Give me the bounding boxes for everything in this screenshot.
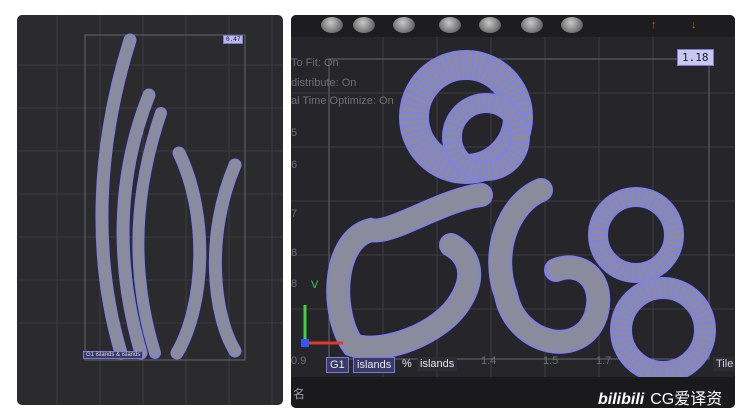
watermark-text: CG爱译资 [650,391,723,408]
uv-islands-left[interactable] [95,33,242,360]
tab-group[interactable]: G1 [326,357,349,373]
zoom-level-badge: 1.18 [677,49,714,66]
x-tick: 1.4 [481,355,497,367]
uv-islands-right[interactable] [326,50,716,383]
y-tick: 6 [291,159,298,171]
watermark: bilibili CG爱译资 [598,385,722,409]
island-status-label: G1 islands & islands [83,351,144,359]
uv-viewport-right[interactable]: ↑ ↓ To Fit: On distribute: On al Time Op… [291,15,735,408]
uv-island-ring-right-top [588,187,684,283]
y-tick: 8 [291,247,298,259]
option-fit: To Fit: On [291,57,339,69]
bottom-bar-text: 名 [293,387,306,401]
axis-v-label: V [311,279,319,291]
option-distribute: distribute: On [291,77,357,89]
y-tick: 7 [291,208,298,220]
y-tick: 5 [291,127,298,139]
tab-islands[interactable]: islands [353,357,396,373]
x-tick: 1.7 [596,355,612,367]
bilibili-logo: bilibili [598,391,645,408]
uv-canvas-left[interactable] [17,15,283,405]
tab-islands-2[interactable]: islands [417,357,458,371]
uv-viewport-left[interactable]: 0.47 G1 islands & islands [17,15,283,405]
x-tick: 0.9 [291,355,307,367]
y-tick: 8 [291,278,298,290]
tab-percent[interactable]: % [399,357,415,371]
option-realtime-optimize: al Time Optimize: On [291,95,394,107]
zoom-level-badge: 0.47 [223,35,244,44]
x-tick: 1.5 [543,355,559,367]
uv-canvas-right[interactable] [291,15,735,408]
tab-tile[interactable]: Tile [713,357,735,371]
